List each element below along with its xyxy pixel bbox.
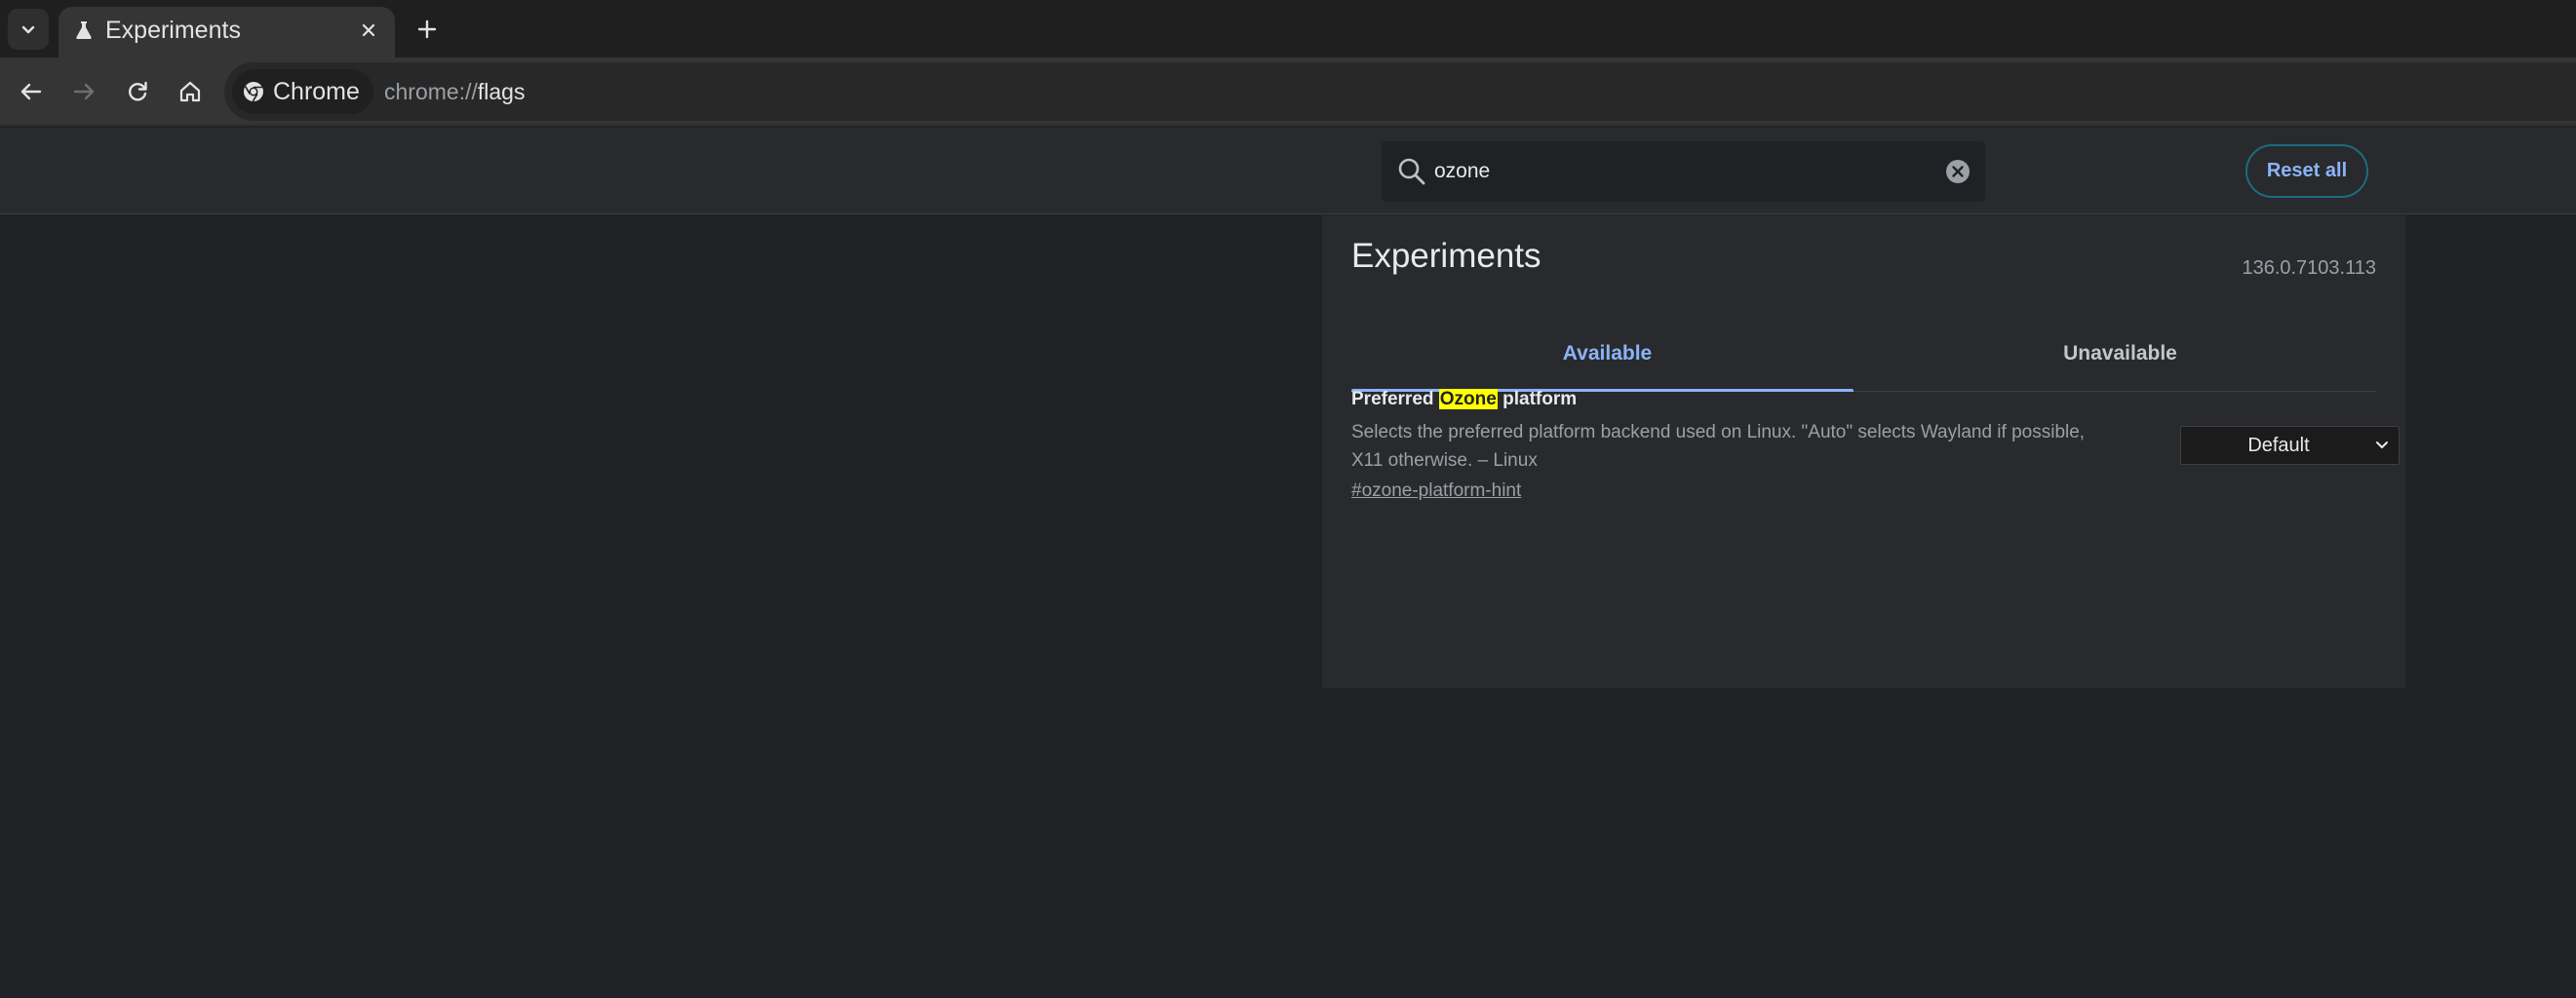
- address-bar[interactable]: Chrome chrome://flags: [224, 62, 2576, 121]
- select-value: Default: [2247, 435, 2310, 456]
- close-icon[interactable]: [357, 19, 380, 42]
- tab-search-button[interactable]: [8, 9, 49, 50]
- browser-toolbar: Chrome chrome://flags: [0, 58, 2576, 127]
- plus-icon[interactable]: [413, 16, 441, 43]
- forward-icon[interactable]: [70, 78, 98, 105]
- flag-select[interactable]: Default: [2180, 426, 2400, 465]
- experiments-panel: Experiments 136.0.7103.113 Available Una…: [1322, 215, 2405, 688]
- flags-header: Reset all: [0, 128, 2576, 214]
- reload-icon[interactable]: [124, 78, 151, 105]
- home-icon[interactable]: [176, 78, 204, 105]
- version-label: 136.0.7103.113: [2242, 257, 2376, 279]
- clear-icon[interactable]: [1944, 158, 1971, 185]
- tab-title: Experiments: [105, 17, 241, 44]
- flag-title-after: platform: [1497, 389, 1578, 409]
- tab-strip: Experiments: [0, 0, 2576, 58]
- chevron-down-icon: [2376, 441, 2388, 448]
- back-icon[interactable]: [18, 78, 45, 105]
- tab-bar: Available Unavailable: [1351, 316, 2376, 392]
- tab-unavailable[interactable]: Unavailable: [1864, 316, 2376, 392]
- search-icon: [1398, 158, 1425, 185]
- chevron-down-icon: [21, 25, 35, 34]
- reset-all-button[interactable]: Reset all: [2245, 144, 2368, 198]
- flag-description: Selects the preferred platform backend u…: [1351, 422, 2086, 471]
- page-title: Experiments: [1351, 237, 1542, 275]
- search-input[interactable]: [1434, 153, 1922, 190]
- search-box[interactable]: [1382, 141, 1985, 202]
- tab-available[interactable]: Available: [1351, 316, 1863, 392]
- url-scheme: chrome://: [384, 79, 478, 104]
- site-info-chip[interactable]: Chrome: [232, 69, 373, 114]
- flag-title-before: Preferred: [1351, 389, 1439, 409]
- flag-item: Preferred Ozone platform Selects the pre…: [1351, 389, 2400, 525]
- flag-permalink[interactable]: #ozone-platform-hint: [1351, 480, 1521, 502]
- flag-title: Preferred Ozone platform: [1351, 389, 1577, 410]
- url-host: flags: [477, 79, 526, 104]
- flask-icon: [76, 21, 92, 39]
- url-text[interactable]: chrome://flags: [384, 79, 525, 105]
- tab-experiments[interactable]: Experiments: [59, 7, 395, 58]
- chip-label: Chrome: [273, 77, 360, 105]
- chrome-logo-icon: [244, 82, 263, 102]
- search-match-highlight: Ozone: [1438, 389, 1498, 409]
